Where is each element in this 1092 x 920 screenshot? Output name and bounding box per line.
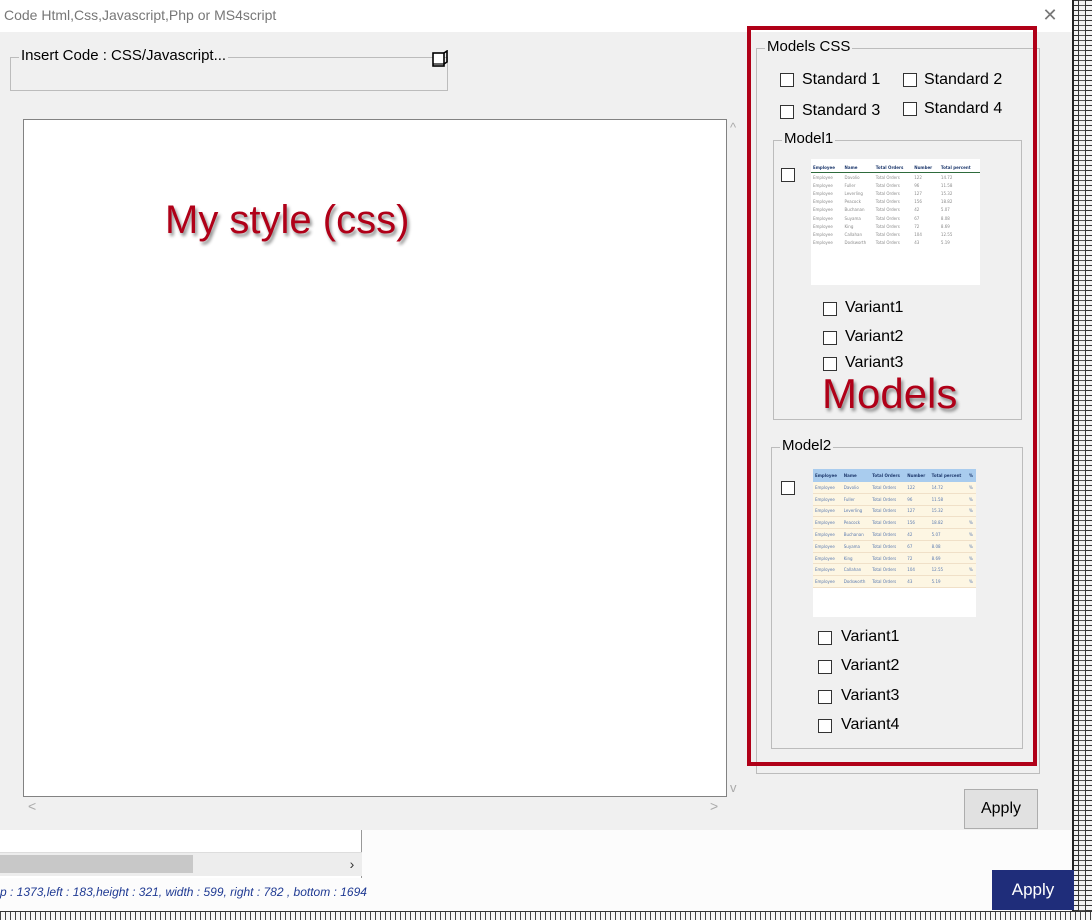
insert-code-icon[interactable]: [431, 50, 449, 68]
horizontal-ruler: [0, 911, 1092, 920]
scroll-right-icon[interactable]: ›: [342, 852, 362, 876]
apply-button[interactable]: Apply: [964, 789, 1038, 829]
scroll-left-icon[interactable]: <: [28, 798, 36, 814]
background-scroll-thumb[interactable]: [0, 855, 193, 873]
editor-annotation: My style (css): [165, 198, 410, 242]
insert-code-legend: Insert Code : CSS/Javascript...: [19, 47, 229, 64]
close-icon[interactable]: ✕: [1040, 4, 1060, 26]
background-apply-button[interactable]: Apply: [992, 870, 1074, 910]
scroll-right-arrow-icon[interactable]: >: [710, 798, 718, 814]
scroll-up-icon[interactable]: ^: [730, 120, 736, 135]
status-text: p : 1373,left : 183,height : 321, width …: [0, 885, 367, 899]
models-annotation: Models: [822, 370, 958, 417]
vertical-ruler-ticks: [1078, 0, 1086, 920]
insert-code-group: Insert Code : CSS/Javascript...: [10, 47, 448, 91]
scroll-down-icon[interactable]: v: [730, 780, 737, 795]
window-title: Code Html,Css,Javascript,Php or MS4scrip…: [4, 7, 277, 23]
